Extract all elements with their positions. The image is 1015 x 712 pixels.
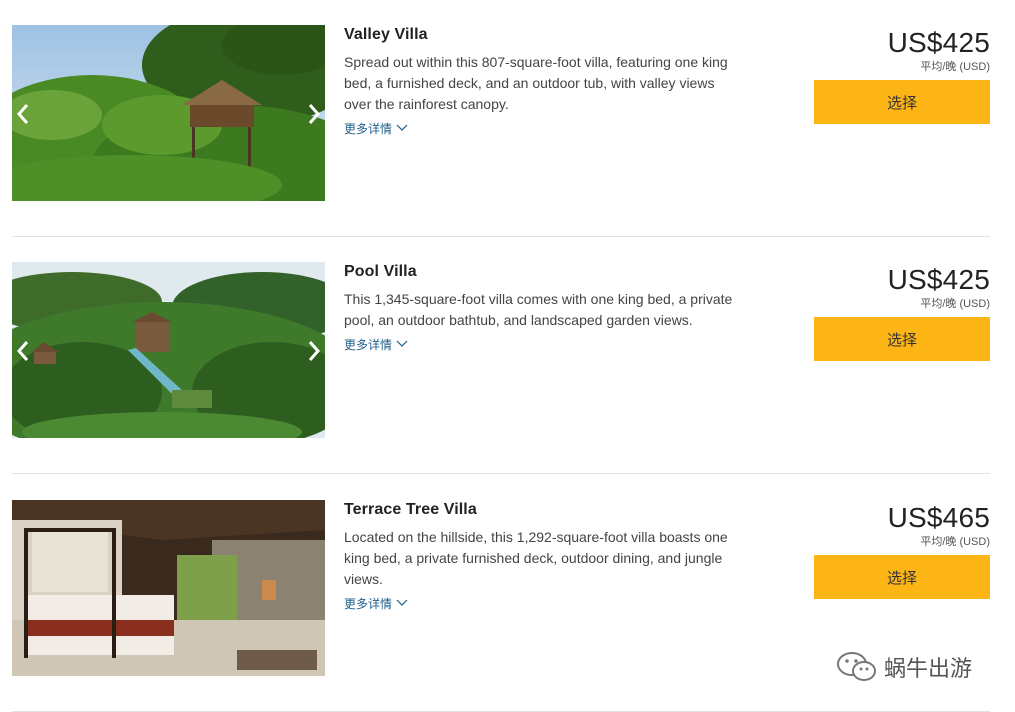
more-details-link[interactable]: 更多详情 <box>344 119 408 137</box>
more-details-link[interactable]: 更多详情 <box>344 594 408 612</box>
watermark-text: 蜗牛出游 <box>884 657 973 682</box>
chevron-right-icon <box>308 341 321 361</box>
more-details-link[interactable]: 更多详情 <box>344 335 408 353</box>
price-box: US$425 平均/晚 (USD) 选择 <box>814 263 990 361</box>
room-title: Terrace Tree Villa <box>344 501 477 518</box>
more-details-label: 更多详情 <box>344 121 393 136</box>
previous-photo-arrow[interactable] <box>12 338 34 364</box>
select-button[interactable]: 选择 <box>814 80 990 124</box>
room-title: Pool Villa <box>344 263 417 280</box>
room-info: Pool Villa This 1,345-square-foot villa … <box>344 261 734 354</box>
room-info: Terrace Tree Villa Located on the hillsi… <box>344 499 734 613</box>
room-photo[interactable] <box>12 500 325 676</box>
chevron-down-icon <box>396 340 408 347</box>
chevron-down-icon <box>396 124 408 131</box>
room-price: US$425 <box>887 27 990 58</box>
price-box: US$465 平均/晚 (USD) 选择 <box>814 501 990 599</box>
room-photo[interactable] <box>12 262 325 438</box>
wechat-watermark: 蜗牛出游 <box>836 650 972 684</box>
next-photo-arrow[interactable] <box>303 338 325 364</box>
room-card-valley-villa: Valley Villa Spread out within this 807-… <box>12 0 990 237</box>
price-note: 平均/晚 (USD) <box>920 61 990 73</box>
aerial-pool-villa-photo <box>12 262 325 438</box>
more-details-label: 更多详情 <box>344 596 393 611</box>
jungle-treehouse-photo <box>12 25 325 201</box>
room-description: Spread out within this 807-square-foot v… <box>344 54 728 112</box>
select-button[interactable]: 选择 <box>814 317 990 361</box>
canopy-bed-interior-photo <box>12 500 325 676</box>
price-note: 平均/晚 (USD) <box>920 298 990 310</box>
room-card-pool-villa: Pool Villa This 1,345-square-foot villa … <box>12 237 990 474</box>
chevron-down-icon <box>396 599 408 606</box>
room-title: Valley Villa <box>344 26 428 43</box>
room-price: US$465 <box>887 502 990 533</box>
more-details-label: 更多详情 <box>344 337 393 352</box>
select-button[interactable]: 选择 <box>814 555 990 599</box>
room-description: This 1,345-square-foot villa comes with … <box>344 291 733 328</box>
previous-photo-arrow[interactable] <box>12 101 34 127</box>
chevron-left-icon <box>16 341 29 361</box>
chevron-right-icon <box>308 104 321 124</box>
room-info: Valley Villa Spread out within this 807-… <box>344 24 734 138</box>
next-photo-arrow[interactable] <box>303 101 325 127</box>
wechat-logo-icon <box>837 652 876 681</box>
price-note: 平均/晚 (USD) <box>920 536 990 548</box>
room-description: Located on the hillside, this 1,292-squa… <box>344 529 728 587</box>
room-price: US$425 <box>887 264 990 295</box>
chevron-left-icon <box>16 104 29 124</box>
price-box: US$425 平均/晚 (USD) 选择 <box>814 26 990 124</box>
room-photo[interactable] <box>12 25 325 201</box>
